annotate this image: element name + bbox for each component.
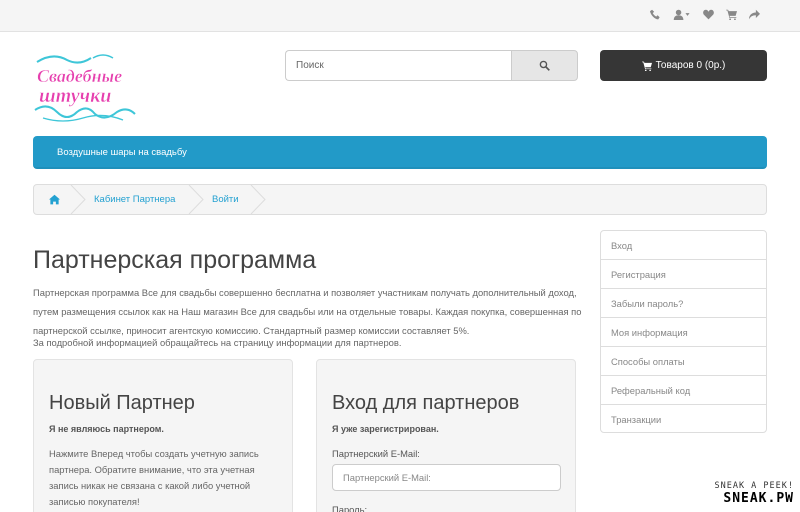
sidebar-item-my-info[interactable]: Моя информация <box>601 318 766 347</box>
search-button[interactable] <box>511 50 578 81</box>
cart-icon <box>641 61 652 71</box>
main-menu: Воздушные шары на свадьбу <box>33 136 767 169</box>
watermark: SNEAK A PEEK! SNEAK.PW <box>714 481 794 506</box>
cart-label: Товаров 0 (0р.) <box>655 60 726 71</box>
search-icon <box>539 60 550 71</box>
breadcrumb-separator <box>188 185 204 214</box>
home-icon <box>49 194 60 205</box>
top-bar <box>0 0 800 32</box>
breadcrumb-home[interactable] <box>49 185 60 214</box>
sidebar-item-payment-methods[interactable]: Способы оплаты <box>601 347 766 376</box>
account-sidebar: Вход Регистрация Забыли пароль? Моя инфо… <box>600 230 767 433</box>
sidebar-item-transactions[interactable]: Транзакции <box>601 405 766 434</box>
new-partner-title: Новый Партнер <box>49 392 195 414</box>
svg-text:Свадебные: Свадебные <box>37 66 122 86</box>
svg-text:штучки: штучки <box>39 85 111 107</box>
watermark-line2: SNEAK.PW <box>723 491 794 506</box>
menu-item-balloons[interactable]: Воздушные шары на свадьбу <box>57 147 187 158</box>
email-field[interactable] <box>332 464 561 491</box>
user-icon[interactable] <box>673 9 691 20</box>
heart-icon[interactable] <box>703 9 714 20</box>
cart-icon[interactable] <box>726 9 737 20</box>
breadcrumb-item-partner-cabinet[interactable]: Кабинет Партнера <box>94 185 175 214</box>
page-title: Партнерская программа <box>33 246 317 274</box>
search-bar <box>285 50 578 81</box>
partner-login-subtitle: Я уже зарегистрирован. <box>332 424 439 434</box>
watermark-line1: SNEAK A PEEK! <box>714 481 794 491</box>
breadcrumb: Кабинет Партнера Войти <box>33 184 767 215</box>
info-text: За подробной информацией обращайтесь на … <box>33 337 402 348</box>
partner-login-panel: Вход для партнеров Я уже зарегистрирован… <box>316 359 576 512</box>
email-label: Партнерский E-Mail: <box>332 448 420 459</box>
new-partner-text: Нажмите Вперед чтобы создать учетную зап… <box>49 448 259 507</box>
partner-login-title: Вход для партнеров <box>332 392 520 414</box>
search-input[interactable] <box>285 50 511 81</box>
share-icon[interactable] <box>749 9 760 20</box>
sidebar-item-login[interactable]: Вход <box>601 231 766 260</box>
sidebar-item-register[interactable]: Регистрация <box>601 260 766 289</box>
new-partner-subtitle: Я не являюсь партнером. <box>49 424 164 434</box>
new-partner-panel: Новый Партнер Я не являюсь партнером. На… <box>33 359 293 512</box>
breadcrumb-separator <box>70 185 86 214</box>
breadcrumb-separator <box>250 185 266 214</box>
site-logo[interactable]: Свадебные штучки <box>33 52 137 126</box>
phone-icon[interactable] <box>650 9 661 20</box>
sidebar-item-forgot-password[interactable]: Забыли пароль? <box>601 289 766 318</box>
sidebar-item-referral-code[interactable]: Реферальный код <box>601 376 766 405</box>
cart-button[interactable]: Товаров 0 (0р.) <box>600 50 767 81</box>
intro-text: Партнерская программа Все для свадьбы со… <box>33 287 582 336</box>
password-label: Пароль: <box>332 504 368 512</box>
breadcrumb-item-login[interactable]: Войти <box>212 185 239 214</box>
